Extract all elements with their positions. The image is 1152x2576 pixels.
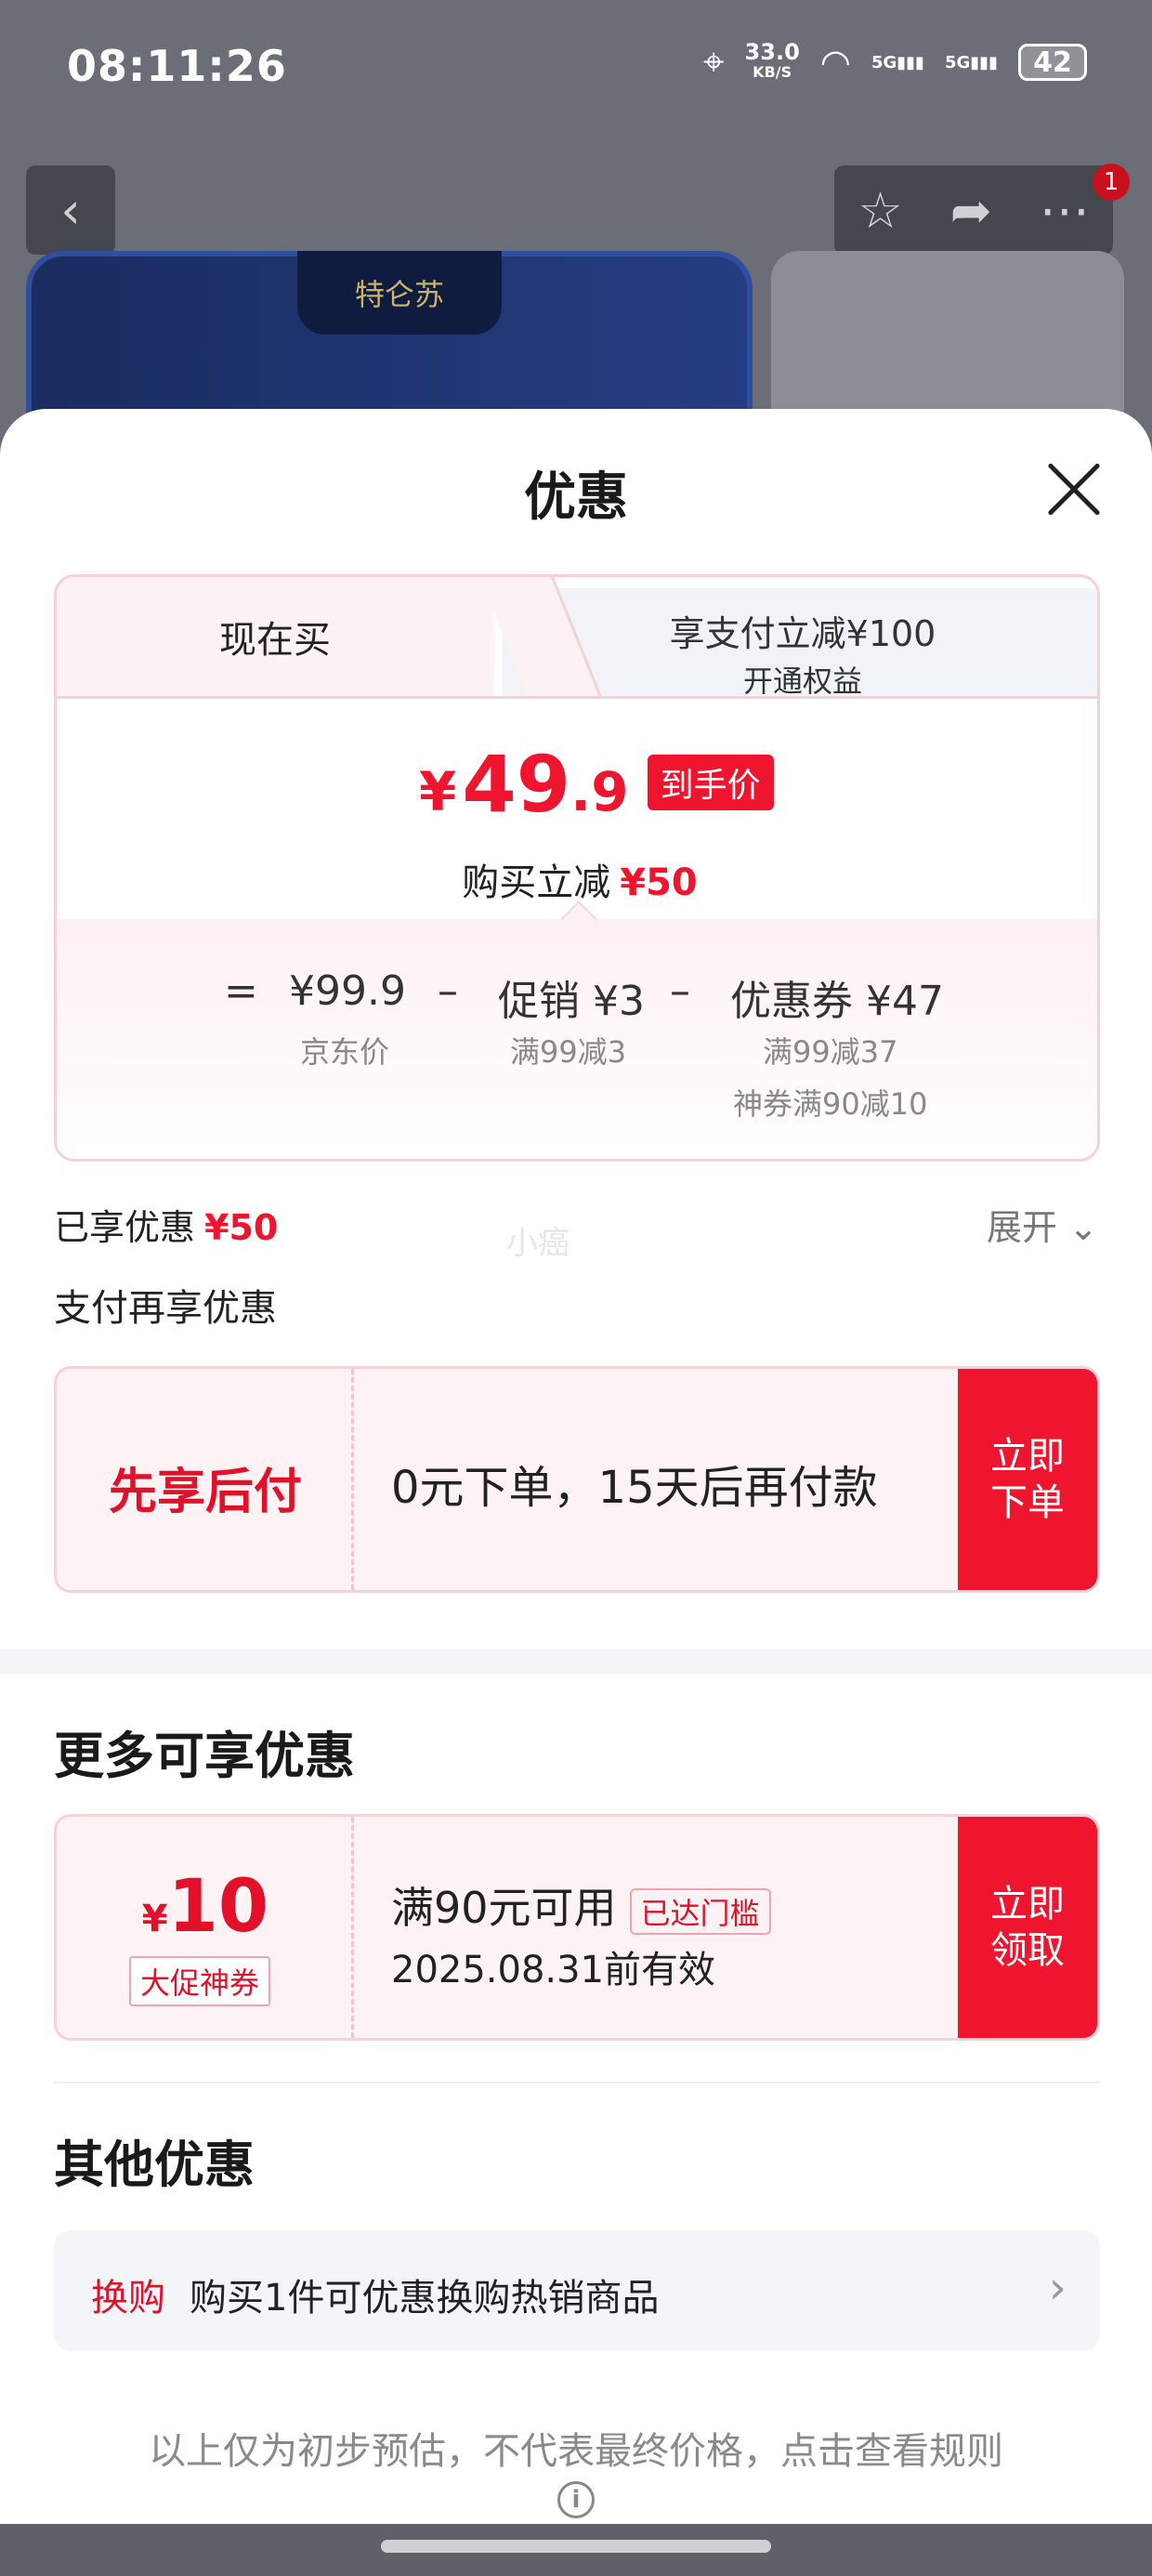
minus-sign-2: –: [670, 967, 690, 1015]
enjoyed-discount: 已享优惠 ¥50: [54, 1207, 279, 1248]
status-bar: 08:11:26 ⌖ 33.0 KB/S ◠ 5G▮▮▮ 5G▮▮▮ 42: [0, 0, 1152, 139]
coupon-condition: 满90元可用 已达门槛: [391, 1874, 771, 1936]
back-button[interactable]: ‹: [26, 165, 115, 255]
final-price-section: ¥ 49 .9 到手价 购买立减 ¥50: [57, 696, 1097, 904]
signal-icon-2: 5G▮▮▮: [944, 52, 998, 72]
top-action-bar: ☆ ➦ ⋯: [834, 165, 1113, 255]
more-icon[interactable]: ⋯: [1040, 181, 1090, 240]
section-divider: [0, 1649, 1152, 1674]
coupon-note: 满99减37: [763, 1034, 898, 1070]
tab-buy-now[interactable]: 现在买: [57, 577, 493, 696]
coupon-label: 大促神券: [129, 1956, 271, 2006]
expand-button[interactable]: 展开 ⌄: [987, 1199, 1098, 1250]
chevron-right-icon: ›: [1048, 2262, 1067, 2314]
coupon-note-2: 神券满90减10: [733, 1086, 928, 1122]
wifi-icon: ◠: [819, 42, 851, 83]
expand-label: 展开: [987, 1207, 1058, 1248]
claim-coupon-button[interactable]: 立即 领取: [958, 1817, 1097, 2038]
share-icon[interactable]: ➦: [950, 181, 992, 240]
discount-sheet: 优惠 享支付立减¥100 开通权益 现在买 ¥ 49 .9 到手价 购买立减 ¥5…: [0, 409, 1152, 2528]
notification-badge: 1: [1093, 164, 1130, 201]
promo-note: 满99减3: [510, 1034, 627, 1070]
brand-logo: 特仑苏: [297, 251, 502, 335]
minus-sign: –: [438, 967, 458, 1015]
exchange-tag: 换购: [91, 2277, 165, 2320]
more-discounts-title: 更多可享优惠: [54, 1727, 355, 1785]
price-card: 享支付立减¥100 开通权益 现在买 ¥ 49 .9 到手价 购买立减 ¥50 =…: [54, 574, 1100, 1162]
watermark: 小癌: [506, 1225, 569, 1262]
divider: [54, 2082, 1100, 2083]
coupon-amount: ¥10: [141, 1865, 269, 1949]
other-discounts-title: 其他优惠: [54, 2136, 255, 2194]
price-breakdown: = ¥99.9 – 促销 ¥3 – 优惠券 ¥47 京东价 满99减3 满99减…: [57, 919, 1097, 1159]
jd-price: ¥99.9: [289, 967, 406, 1015]
chevron-down-icon: ⌄: [1068, 1207, 1098, 1248]
coupon-expiry: 2025.08.31前有效: [391, 1949, 716, 1991]
equals-sign: =: [224, 967, 258, 1015]
jd-price-label: 京东价: [300, 1034, 390, 1070]
chevron-left-icon: ‹: [60, 180, 81, 240]
promo-discount: 促销 ¥3: [498, 978, 645, 1025]
tab-pay-discount-title: 享支付立减¥100: [669, 613, 936, 654]
home-indicator[interactable]: [381, 2540, 771, 2553]
exchange-text: 购买1件可优惠换购热销商品: [190, 2277, 660, 2320]
pay-later-card[interactable]: 先享后付 0元下单，15天后再付款 立即 下单: [54, 1366, 1100, 1593]
status-time: 08:11:26: [67, 41, 287, 91]
network-speed: 33.0 KB/S: [744, 39, 800, 81]
status-icons: ⌖ 33.0 KB/S ◠ 5G▮▮▮ 5G▮▮▮ 42: [703, 41, 1087, 84]
purchase-reduction: 购买立减 ¥50: [462, 861, 698, 904]
pay-more-label: 支付再享优惠: [54, 1287, 277, 1330]
coupon-discount: 优惠券 ¥47: [730, 978, 944, 1025]
exchange-offer-row[interactable]: 换购 购买1件可优惠换购热销商品 ›: [54, 2230, 1100, 2351]
coupon-card: ¥10 大促神券 满90元可用 已达门槛 2025.08.31前有效 立即 领取: [54, 1814, 1100, 2041]
signal-icon: 5G▮▮▮: [871, 52, 924, 72]
pay-later-title: 先享后付: [108, 1465, 302, 1520]
final-price-tag: 到手价: [647, 755, 774, 810]
final-price: ¥ 49 .9 到手价: [419, 745, 774, 823]
sheet-title: 优惠: [524, 467, 628, 528]
info-icon[interactable]: i: [557, 2481, 595, 2518]
location-icon: ⌖: [703, 41, 725, 84]
pay-later-desc: 0元下单，15天后再付款: [391, 1462, 878, 1514]
close-icon[interactable]: [1041, 457, 1106, 522]
star-icon[interactable]: ☆: [857, 181, 902, 240]
battery-icon: 42: [1018, 44, 1087, 81]
order-now-button[interactable]: 立即 下单: [958, 1369, 1097, 1590]
threshold-tag: 已达门槛: [629, 1887, 771, 1935]
disclaimer-link[interactable]: 以上仅为初步预估，不代表最终价格，点击查看规则: [0, 2421, 1152, 2475]
